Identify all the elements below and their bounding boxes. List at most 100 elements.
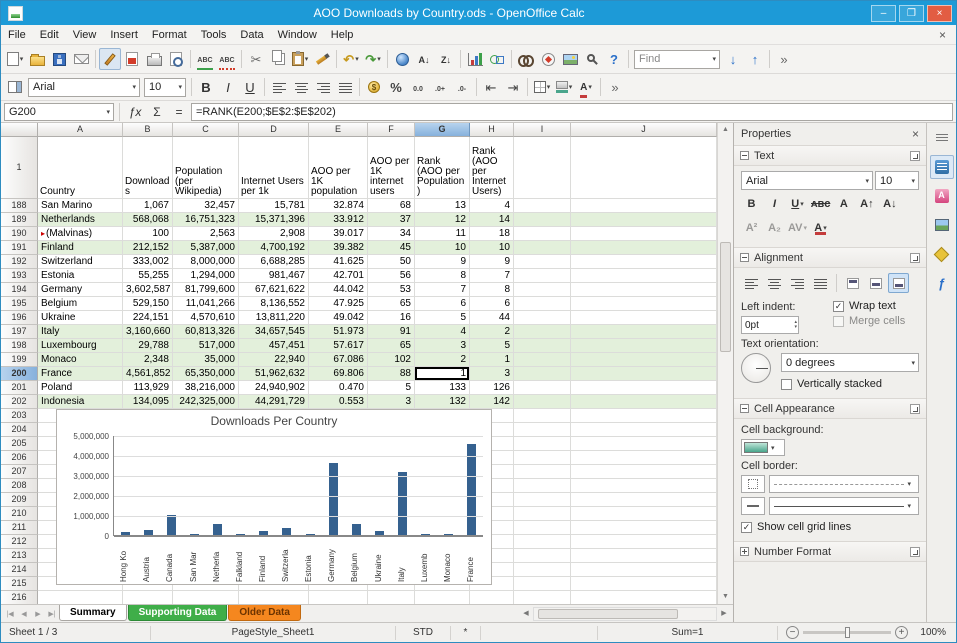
toolbar-more-button[interactable]: » (604, 76, 626, 98)
column-header-j[interactable]: J (571, 123, 717, 137)
cell-g193[interactable]: 8 (415, 269, 470, 283)
horizontal-scrollbar[interactable]: ◀ ▶ (519, 606, 731, 621)
row-header-211[interactable]: 211 (1, 521, 38, 535)
chevron-down-icon[interactable]: ▾ (588, 83, 592, 91)
function-button[interactable]: = (169, 103, 189, 121)
align-justify-button[interactable] (334, 76, 356, 98)
cell-c190[interactable]: 2,563 (173, 227, 239, 241)
cell-e200[interactable]: 69.806 (309, 367, 368, 381)
cell-d196[interactable]: 13,811,220 (239, 311, 309, 325)
cell-j200[interactable] (571, 367, 717, 381)
cell-i215[interactable] (514, 577, 571, 591)
chevron-down-icon[interactable]: ▾ (803, 224, 807, 232)
cell-g197[interactable]: 4 (415, 325, 470, 339)
cell-a193[interactable]: Estonia (38, 269, 123, 283)
cell-c194[interactable]: 81,799,600 (173, 283, 239, 297)
orientation-dial[interactable] (741, 353, 771, 383)
row-header-216[interactable]: 216 (1, 591, 38, 604)
cell-g196[interactable]: 5 (415, 311, 470, 325)
cell-d197[interactable]: 34,657,545 (239, 325, 309, 339)
row-header-214[interactable]: 214 (1, 563, 38, 577)
cell-j194[interactable] (571, 283, 717, 297)
font-size-combo[interactable]: 10 ▾ (144, 77, 186, 97)
cell-j214[interactable] (571, 563, 717, 577)
insert-chart-button[interactable] (464, 48, 486, 70)
previous-sheet-button[interactable]: ◀ (17, 610, 31, 618)
underline-button[interactable]: U (239, 76, 261, 98)
cell-i201[interactable] (514, 381, 571, 395)
undo-button[interactable]: ↶ ▾ (340, 48, 362, 70)
cell-c188[interactable]: 32,457 (173, 199, 239, 213)
borders-button[interactable]: ▾ (531, 76, 553, 98)
appearance-dialog-launcher-icon[interactable] (910, 403, 920, 414)
row-header-195[interactable]: 195 (1, 297, 38, 311)
cell-a189[interactable]: Netherlands (38, 213, 123, 227)
vertical-scrollbar[interactable]: ▲ ▼ (717, 123, 733, 604)
cell-d202[interactable]: 44,291,729 (239, 395, 309, 409)
cell-e1[interactable]: AOO per 1K population (309, 137, 368, 199)
first-sheet-button[interactable]: |◀ (3, 610, 17, 618)
next-sheet-button[interactable]: ▶ (31, 610, 45, 618)
cell-j204[interactable] (571, 423, 717, 437)
cell-g189[interactable]: 12 (415, 213, 470, 227)
cell-h216[interactable] (470, 591, 514, 604)
cell-a195[interactable]: Belgium (38, 297, 123, 311)
cell-j198[interactable] (571, 339, 717, 353)
cell-j199[interactable] (571, 353, 717, 367)
cell-c189[interactable]: 16,751,323 (173, 213, 239, 227)
chevron-down-icon[interactable]: ▾ (103, 108, 113, 116)
cell-f190[interactable]: 34 (368, 227, 415, 241)
sum-indicator[interactable]: Sum=1 (598, 625, 778, 640)
styles-deck-button[interactable] (930, 184, 954, 208)
cell-e197[interactable]: 51.973 (309, 325, 368, 339)
cell-b190[interactable]: 100 (123, 227, 173, 241)
cell-d190[interactable]: 2,908 (239, 227, 309, 241)
cell-c198[interactable]: 517,000 (173, 339, 239, 353)
minimize-button[interactable]: – (871, 4, 896, 22)
cell-i210[interactable] (514, 507, 571, 521)
alignment-dialog-launcher-icon[interactable] (910, 252, 920, 263)
cell-h190[interactable]: 18 (470, 227, 514, 241)
cell-g201[interactable]: 133 (415, 381, 470, 395)
sidebar-font-color-button[interactable]: A ▾ (810, 218, 831, 238)
row-header-202[interactable]: 202 (1, 395, 38, 409)
cell-f195[interactable]: 65 (368, 297, 415, 311)
superscript-button[interactable]: A² (741, 218, 762, 238)
cell-g195[interactable]: 6 (415, 297, 470, 311)
cell-d201[interactable]: 24,940,902 (239, 381, 309, 395)
cell-f192[interactable]: 50 (368, 255, 415, 269)
cell-c191[interactable]: 5,387,000 (173, 241, 239, 255)
cell-h191[interactable]: 10 (470, 241, 514, 255)
maximize-button[interactable]: ❐ (899, 4, 924, 22)
cell-e196[interactable]: 49.042 (309, 311, 368, 325)
cell-c1[interactable]: Population (per Wikipedia) (173, 137, 239, 199)
cell-g198[interactable]: 3 (415, 339, 470, 353)
cell-j207[interactable] (571, 465, 717, 479)
row-header-212[interactable]: 212 (1, 535, 38, 549)
autospellcheck-button[interactable] (216, 48, 238, 70)
cell-j196[interactable] (571, 311, 717, 325)
sidebar-font-name-combo[interactable]: Arial ▾ (741, 171, 873, 190)
align-justify-button[interactable] (810, 273, 831, 293)
row-header-198[interactable]: 198 (1, 339, 38, 353)
navigator-deck-button[interactable] (930, 242, 954, 266)
column-header-g[interactable]: G (415, 123, 470, 137)
chevron-down-icon[interactable]: ▾ (175, 83, 185, 91)
cell-h193[interactable]: 7 (470, 269, 514, 283)
cell-j197[interactable] (571, 325, 717, 339)
align-left-button[interactable] (741, 273, 762, 293)
cell-b1[interactable]: Downloads (123, 137, 173, 199)
collapse-icon[interactable] (740, 151, 749, 160)
cell-g199[interactable]: 2 (415, 353, 470, 367)
cell-i191[interactable] (514, 241, 571, 255)
subscript-button[interactable]: A₂ (764, 218, 785, 238)
cell-a194[interactable]: Germany (38, 283, 123, 297)
vertical-scroll-thumb[interactable] (719, 242, 731, 352)
open-button[interactable] (26, 48, 48, 70)
row-header-209[interactable]: 209 (1, 493, 38, 507)
cell-e201[interactable]: 0.470 (309, 381, 368, 395)
merge-cells-checkbox[interactable] (833, 315, 844, 327)
cell-e190[interactable]: 39.017 (309, 227, 368, 241)
cell-j189[interactable] (571, 213, 717, 227)
cell-i213[interactable] (514, 549, 571, 563)
